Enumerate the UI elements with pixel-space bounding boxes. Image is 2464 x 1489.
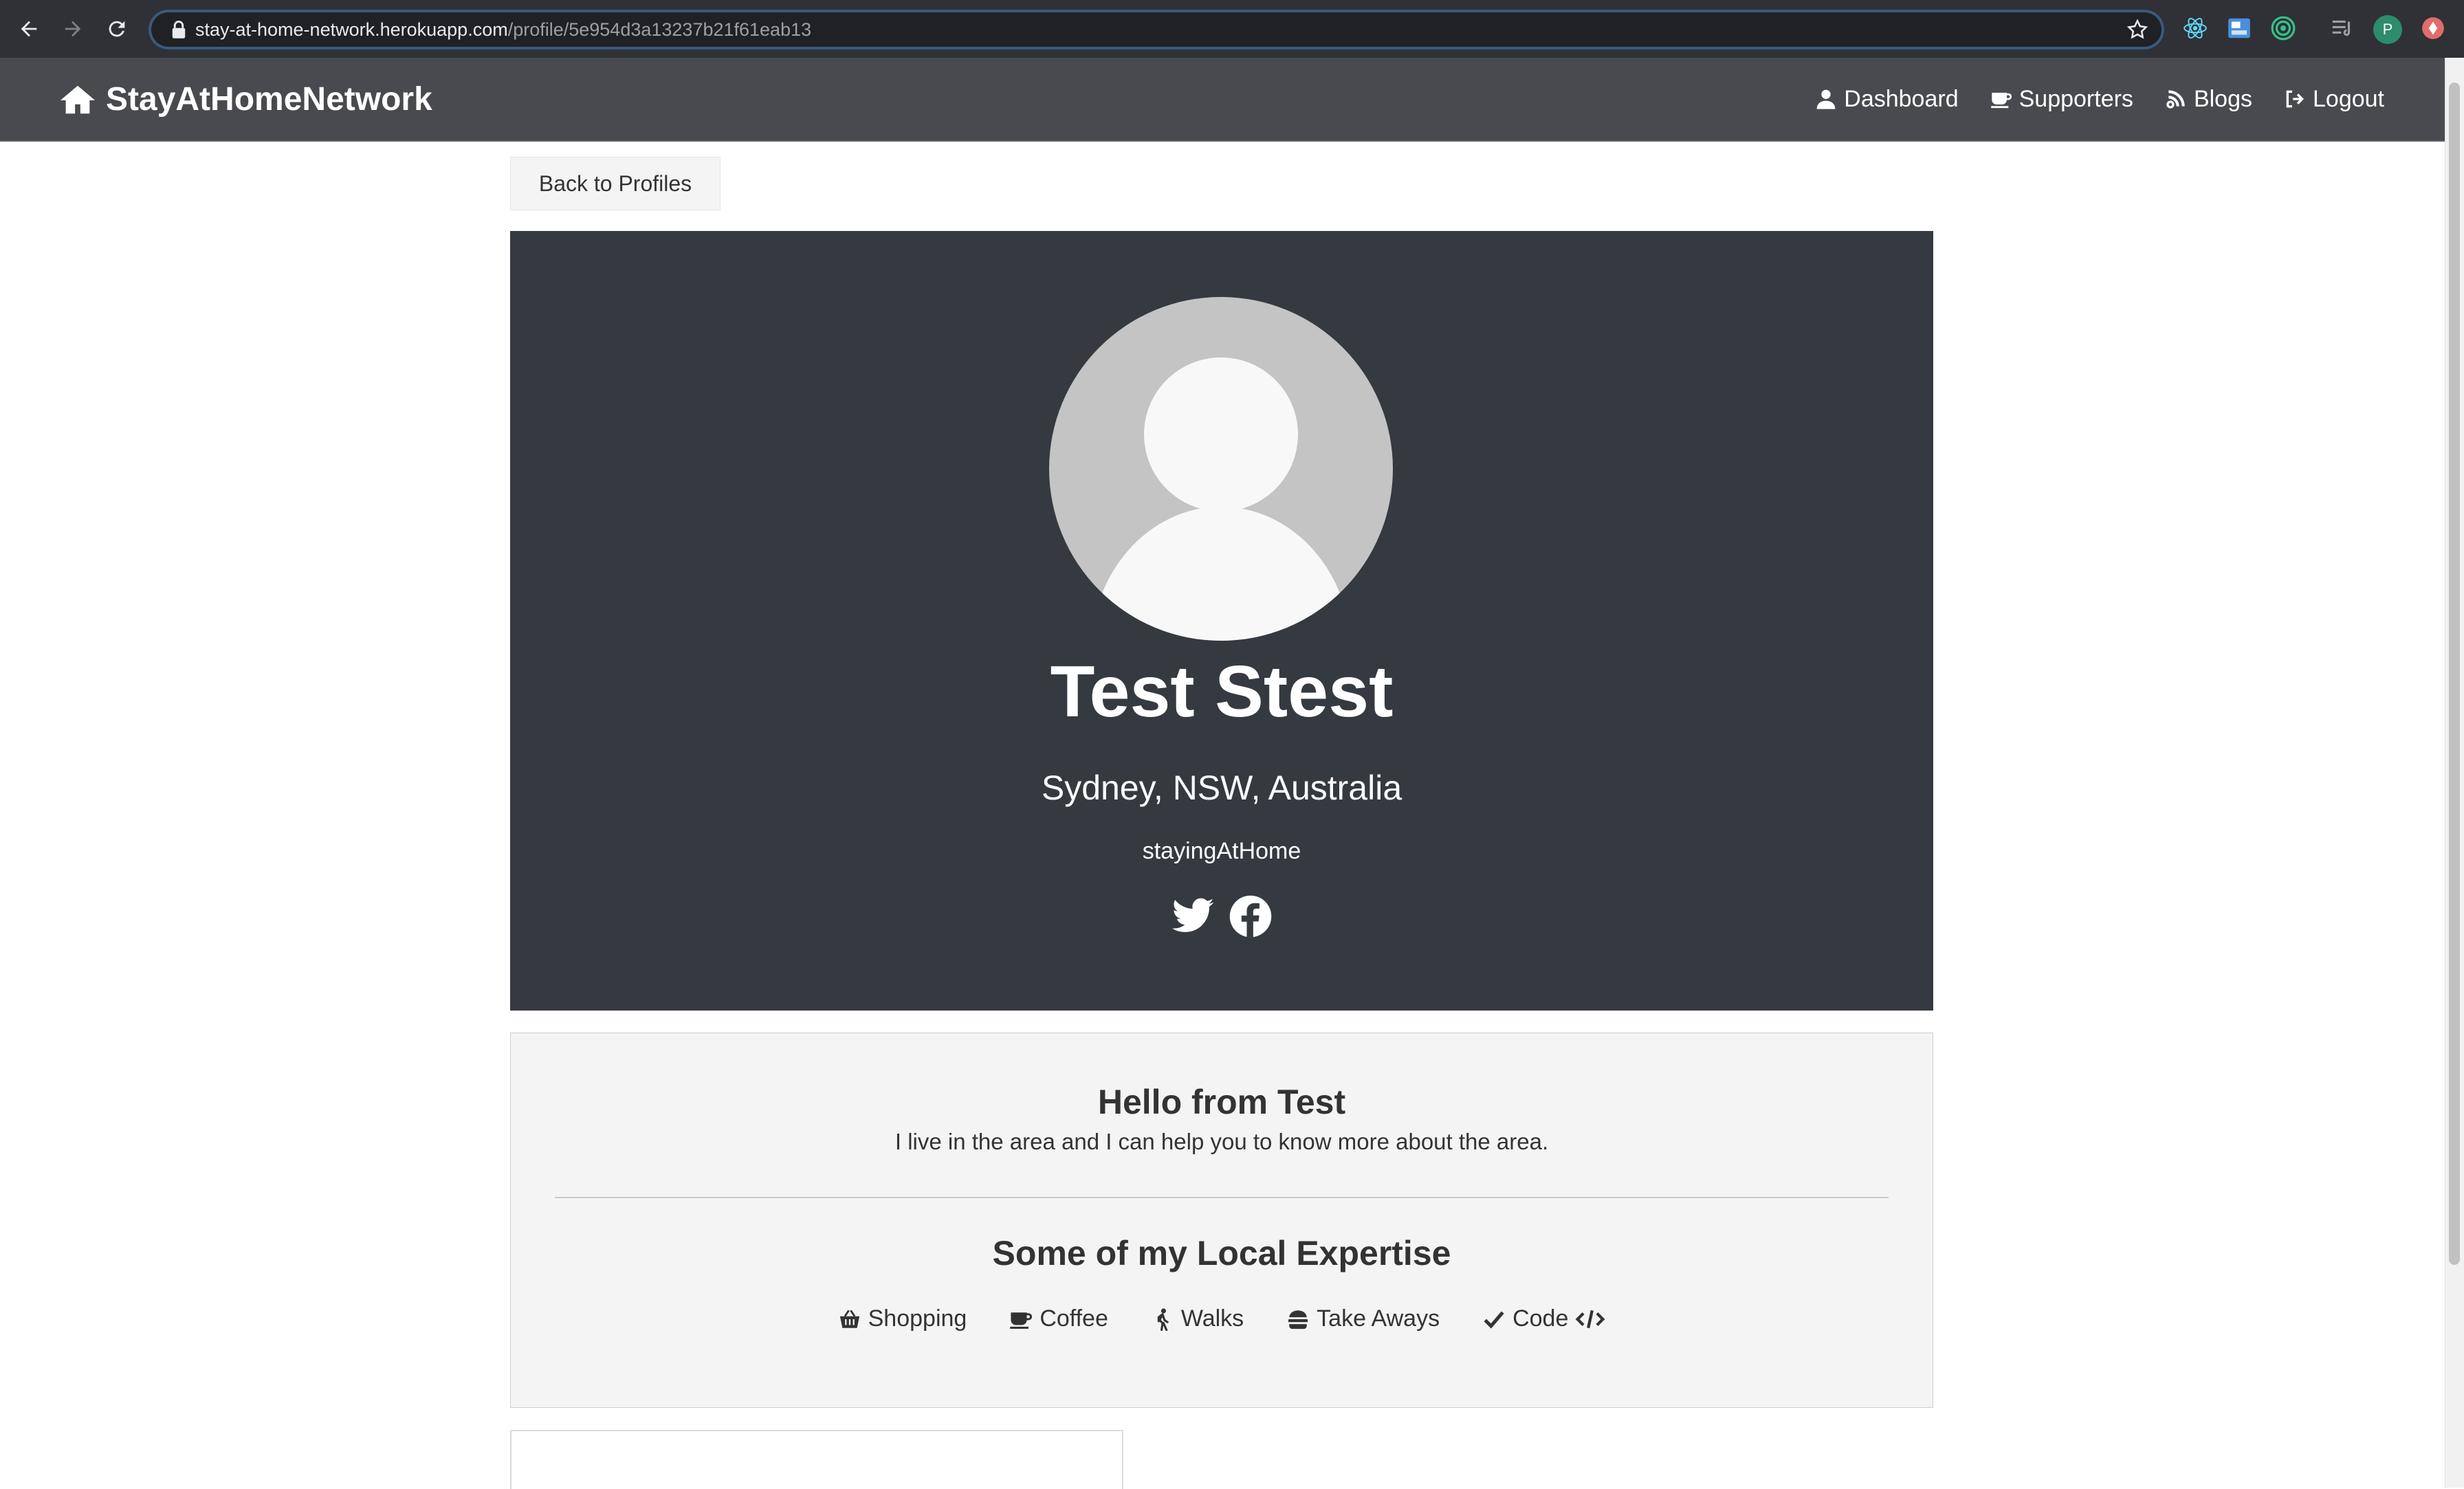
skill-item: Take Aways: [1286, 1305, 1440, 1332]
hamburger-icon: [1288, 1310, 1308, 1329]
nav-logout[interactable]: Logout: [2284, 86, 2384, 113]
skill-label: Shopping: [868, 1305, 967, 1332]
back-to-profiles-button[interactable]: Back to Profiles: [510, 157, 720, 210]
nav-logout-label: Logout: [2313, 85, 2384, 112]
nav-supporters[interactable]: Supporters: [1990, 86, 2133, 113]
skill-label: Code: [1512, 1305, 1569, 1332]
home-icon: [60, 85, 96, 114]
nav-dashboard-label: Dashboard: [1844, 85, 1959, 112]
user-icon: [1816, 89, 1836, 109]
extension-target-icon[interactable]: [2270, 15, 2296, 41]
profile-location: Sydney, NSW, Australia: [1041, 769, 1402, 807]
browser-toolbar: stay-at-home-network.herokuapp.com/profi…: [0, 0, 2464, 59]
skill-item: Shopping: [838, 1305, 967, 1332]
arrow-left-icon: [21, 21, 37, 37]
skill-label: Coffee: [1040, 1305, 1108, 1332]
skill-item: Walks: [1151, 1305, 1244, 1332]
reload-icon: [109, 21, 125, 37]
profile-header: Test Stest Sydney, NSW, Australia stayin…: [510, 231, 1933, 1011]
about-bio: I live in the area and I can help you to…: [894, 1129, 1549, 1154]
code-icon: [1575, 1310, 1605, 1328]
about-title: Hello from Test: [1097, 1083, 1346, 1121]
coffee-icon: [1010, 1312, 1033, 1329]
site-navbar: StayAtHomeNetwork Dashboard Supporters B…: [0, 58, 2445, 142]
nav-supporters-label: Supporters: [2018, 85, 2133, 112]
profile-card-partial: [510, 1430, 1123, 1489]
skills-list: Shopping Coffee Walks Take Aways Code: [511, 1305, 1933, 1332]
url-path: /profile/5e954d3a13237b21f61eab13: [507, 19, 812, 40]
skill-item: Code: [1482, 1305, 1605, 1332]
url-host: stay-at-home-network.herokuapp.com: [195, 19, 508, 40]
facebook-icon[interactable]: [1228, 894, 1273, 939]
profile-name: Test Stest: [1050, 651, 1394, 732]
browser-back-button[interactable]: [14, 14, 44, 44]
browser-forward-button[interactable]: [58, 14, 88, 44]
media-playlist-icon[interactable]: [2329, 15, 2355, 41]
nav-blogs[interactable]: Blogs: [2165, 86, 2252, 113]
walking-icon: [1157, 1308, 1169, 1331]
twitter-icon[interactable]: [1170, 894, 1216, 939]
nav-dashboard[interactable]: Dashboard: [1815, 85, 1959, 113]
lock-icon: [172, 21, 186, 38]
browser-reload-button[interactable]: [102, 14, 132, 44]
brand-link[interactable]: StayAtHomeNetwork: [59, 78, 432, 120]
address-bar[interactable]: stay-at-home-network.herokuapp.com/profi…: [148, 10, 2164, 49]
coffee-icon: [1990, 92, 2012, 109]
brand-name: StayAtHomeNetwork: [106, 80, 432, 118]
skill-item: Coffee: [1009, 1305, 1108, 1332]
extension-screen-icon[interactable]: [2226, 15, 2252, 41]
profile-status: stayingAtHome: [1142, 838, 1301, 864]
skill-label: Take Aways: [1317, 1305, 1440, 1332]
logout-icon: [2286, 90, 2304, 108]
skill-label: Walks: [1180, 1305, 1244, 1332]
extension-red-icon[interactable]: [2420, 15, 2446, 41]
skills-title: Some of my Local Expertise: [992, 1234, 1451, 1272]
nav-blogs-label: Blogs: [2193, 85, 2252, 112]
react-devtools-icon[interactable]: [2182, 15, 2208, 41]
avatar: [1049, 297, 1393, 641]
divider: [555, 1197, 1889, 1198]
arrow-right-icon: [65, 21, 81, 37]
profile-about: Hello from Test I live in the area and I…: [510, 1033, 1933, 1408]
nav-links: Dashboard Supporters Blogs Logout: [1783, 81, 2384, 117]
social-links: [1170, 894, 1286, 939]
check-icon: [1484, 1310, 1504, 1329]
blog-icon: [2166, 90, 2185, 109]
bookmark-star-icon[interactable]: [2126, 18, 2149, 41]
url-text: stay-at-home-network.herokuapp.com/profi…: [195, 18, 811, 41]
basket-icon: [839, 1309, 859, 1328]
scrollbar-thumb[interactable]: [2449, 82, 2460, 1265]
browser-profile-avatar[interactable]: P: [2373, 15, 2402, 44]
